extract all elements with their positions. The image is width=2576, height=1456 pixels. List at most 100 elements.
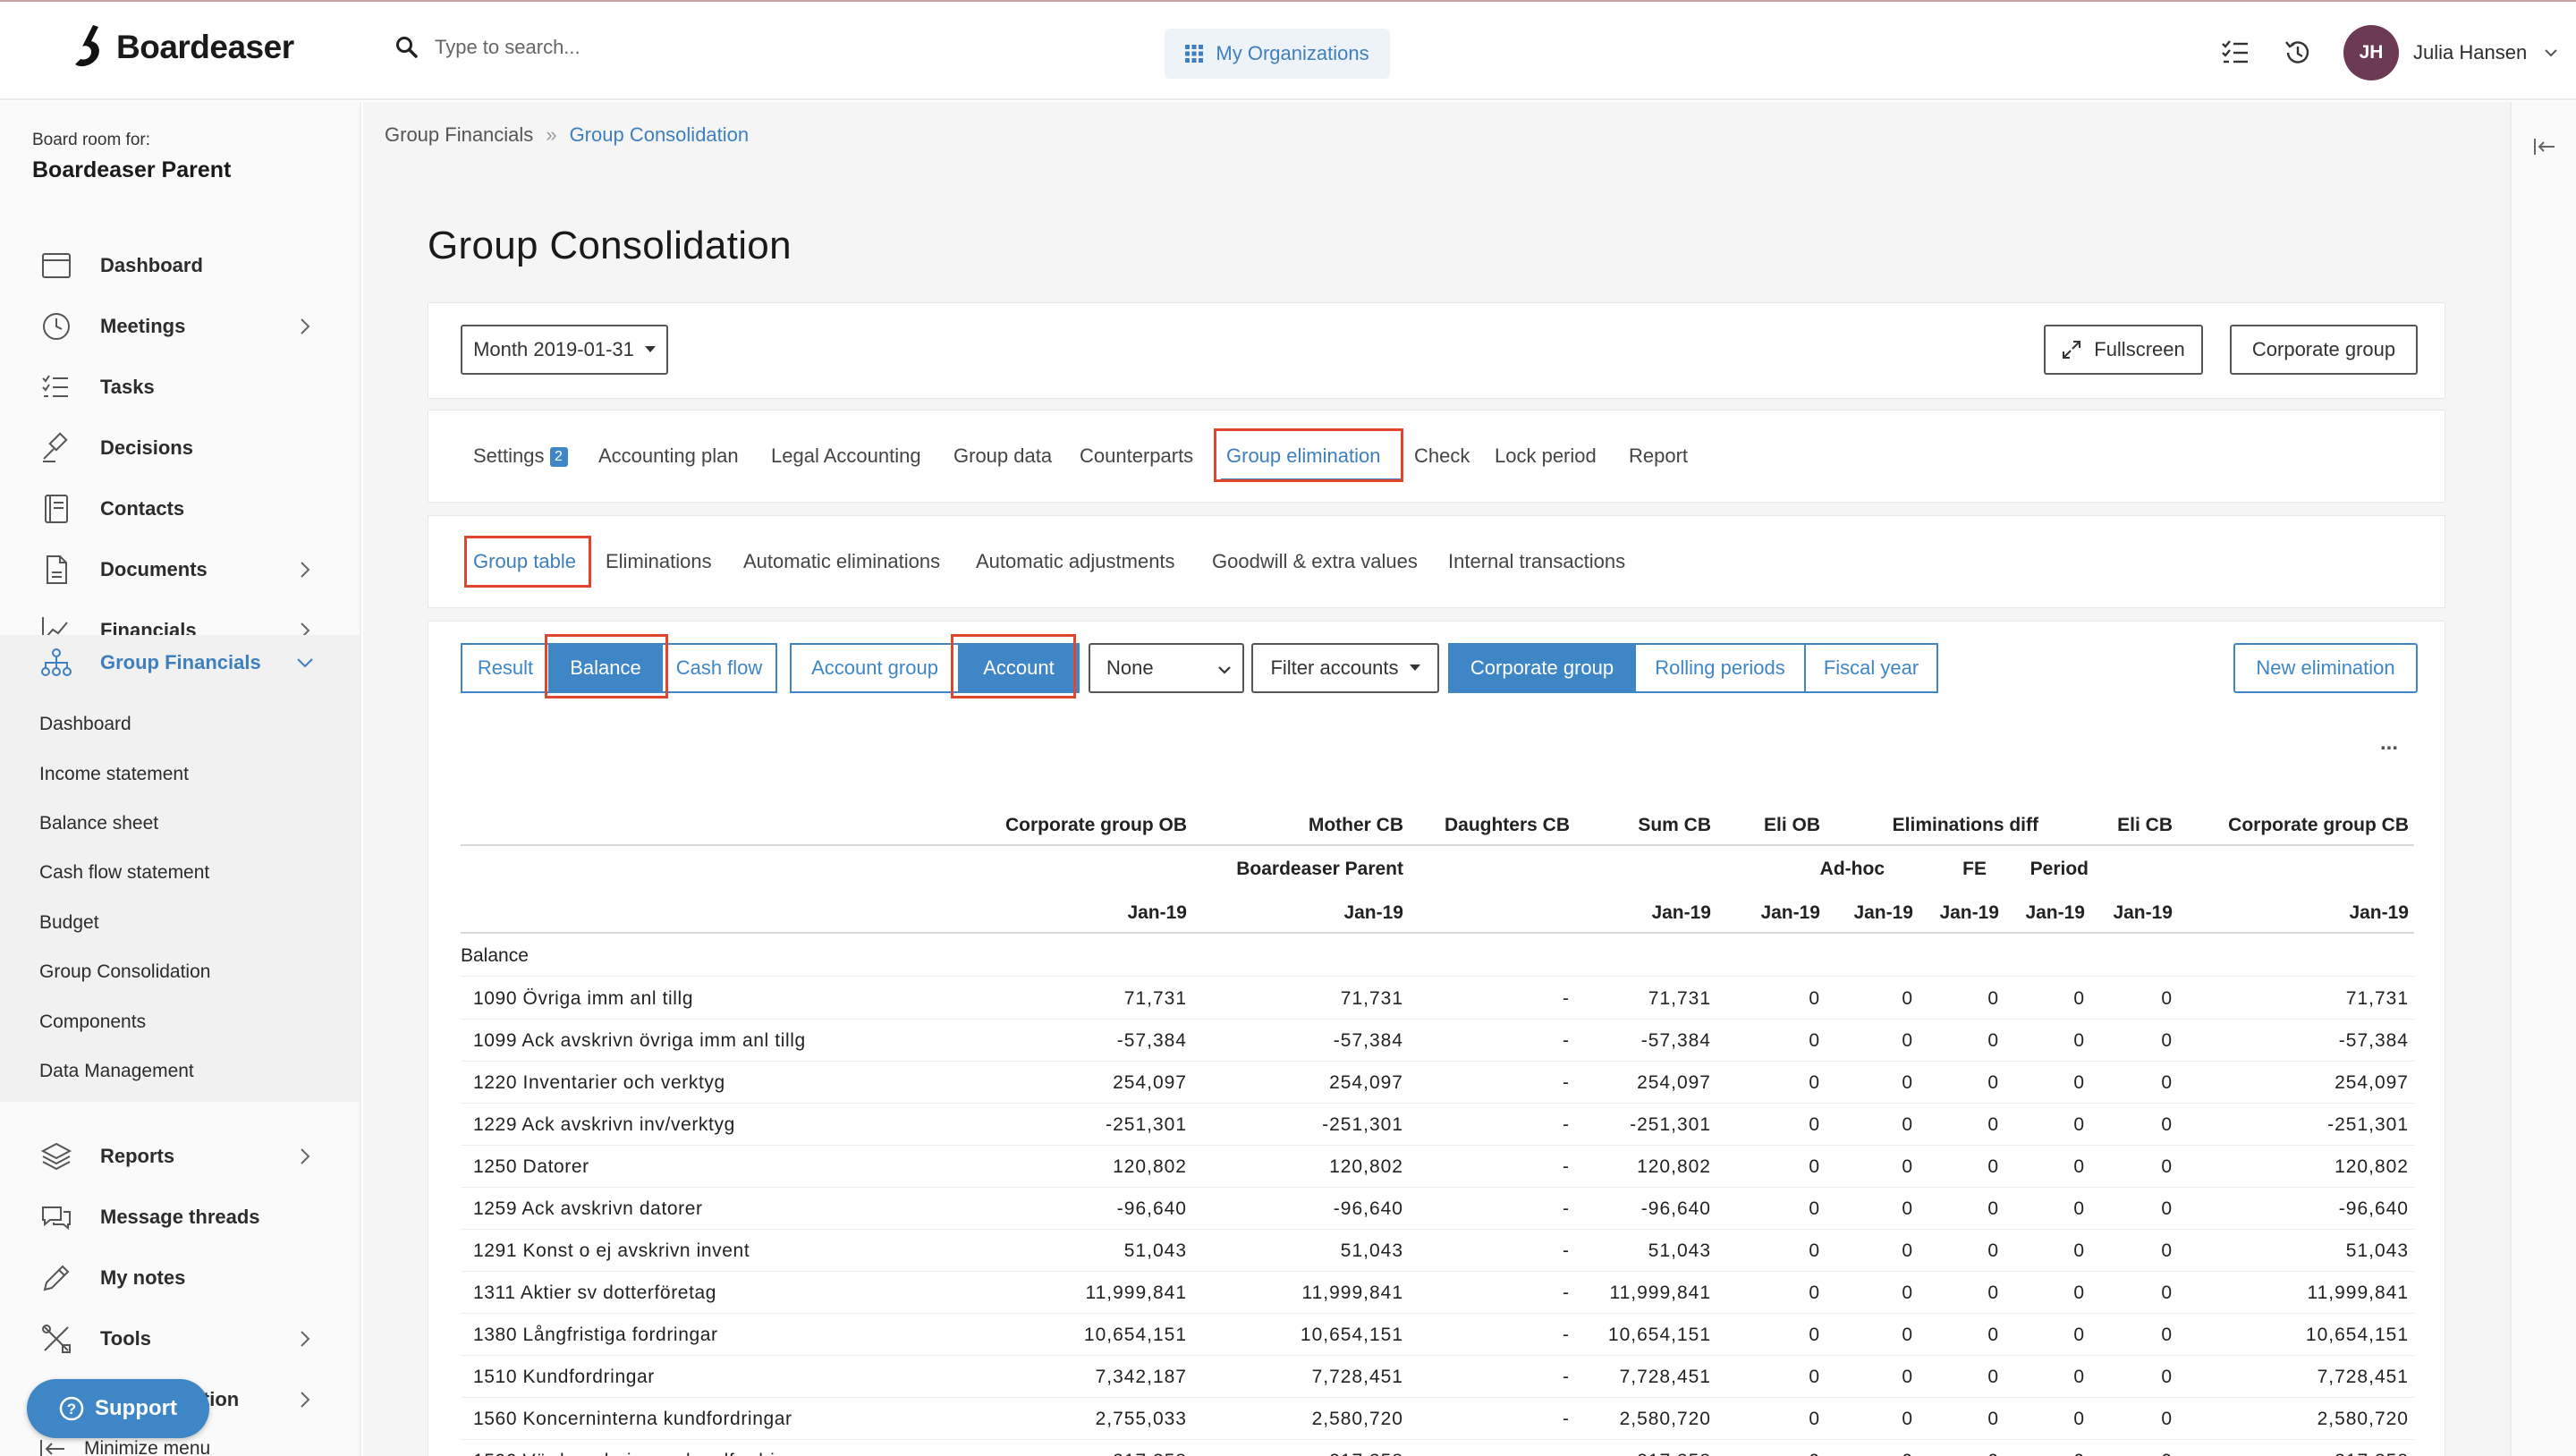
result-button[interactable]: Result — [461, 643, 550, 693]
fe-cell: 0 — [1987, 1367, 1999, 1387]
account-button[interactable]: Account — [960, 643, 1080, 693]
table-row[interactable]: 1380 Långfristiga fordringar 10,654,151 10… — [461, 1314, 2414, 1356]
table-row[interactable]: 1560 Koncerninterna kundfordringar 2,755,… — [461, 1398, 2414, 1440]
subnav-components[interactable]: Components — [39, 1012, 146, 1033]
new-elimination-button[interactable]: New elimination — [2233, 643, 2418, 693]
sidebar-item-documents[interactable]: Documents — [0, 542, 360, 597]
sidebar-item-contacts[interactable]: Contacts — [0, 481, 360, 537]
table-row[interactable]: 1291 Konst o ej avskrivn invent 51,043 51,… — [461, 1230, 2414, 1272]
user-menu[interactable]: JH Julia Hansen — [2343, 25, 2561, 80]
corporate-group-button[interactable]: Corporate group — [2230, 325, 2418, 375]
board-room-label: Board room for: — [32, 131, 150, 149]
balance-button[interactable]: Balance — [550, 643, 663, 693]
subnav-dashboard[interactable]: Dashboard — [39, 714, 131, 735]
minimize-menu-button[interactable]: Minimize menu — [39, 1438, 210, 1456]
subnav-budget[interactable]: Budget — [39, 912, 99, 934]
period-cell: Jan-19 — [1939, 902, 1999, 923]
mother-cell: 71,731 — [1340, 988, 1403, 1009]
fullscreen-button[interactable]: Fullscreen — [2044, 325, 2203, 375]
sum-cell: -57,384 — [1640, 1030, 1711, 1051]
breadcrumb-group-financials[interactable]: Group Financials — [385, 123, 533, 147]
eli-ob-cell: 0 — [1809, 1325, 1820, 1345]
table-row[interactable]: 1590 Värdereglering av kundfordringar -21… — [461, 1440, 2414, 1456]
daughters-cell: - — [1563, 1325, 1570, 1345]
sidebar-item-tools[interactable]: Tools — [0, 1311, 360, 1367]
view-fiscal-year-button[interactable]: Fiscal year — [1806, 643, 1938, 693]
brand-logo[interactable]: Boardeaser — [72, 23, 294, 72]
mother-cell: -251,301 — [1322, 1114, 1403, 1135]
tab-report[interactable]: Report — [1629, 444, 1688, 468]
subtab-goodwill[interactable]: Goodwill & extra values — [1212, 550, 1418, 573]
sidebar-item-dashboard[interactable]: Dashboard — [0, 238, 360, 293]
sidebar-item-reports[interactable]: Reports — [0, 1129, 360, 1184]
sidebar-item-tasks[interactable]: Tasks — [0, 360, 360, 415]
filter-accounts-button[interactable]: Filter accounts — [1251, 643, 1439, 693]
subnav-balance-sheet[interactable]: Balance sheet — [39, 813, 158, 834]
account-cell: 1099 Ack avskrivn övriga imm anl tillg — [473, 1030, 806, 1051]
subtab-automatic-adjustments[interactable]: Automatic adjustments — [976, 550, 1175, 573]
subtab-group-table[interactable]: Group table — [473, 550, 576, 573]
sidebar-item-label: Contacts — [100, 497, 185, 520]
subnav-group-consolidation[interactable]: Group Consolidation — [39, 961, 210, 983]
table-row[interactable]: 1510 Kundfordringar 7,342,187 7,728,451 - 7,… — [461, 1356, 2414, 1398]
view-corporate-group-button[interactable]: Corporate group — [1448, 643, 1636, 693]
sum-cell: 11,999,841 — [1609, 1282, 1711, 1303]
tab-counterparts[interactable]: Counterparts — [1080, 444, 1193, 468]
tab-group-data[interactable]: Group data — [953, 444, 1052, 468]
expand-icon — [2063, 341, 2081, 359]
sidebar-item-group-financials[interactable]: Group Financials — [0, 635, 360, 690]
support-button[interactable]: ? Support — [27, 1379, 209, 1438]
tab-group-elimination[interactable]: Group elimination — [1226, 444, 1380, 468]
toolbar-card: Month 2019-01-31 Fullscreen Corporate gr… — [428, 302, 2445, 399]
fe-cell: 0 — [1987, 1440, 1999, 1456]
section-row: Balance — [461, 935, 2414, 977]
eli-ob-cell: 0 — [1809, 1114, 1820, 1135]
period-cell: 0 — [2073, 1072, 2085, 1093]
subtab-automatic-eliminations[interactable]: Automatic eliminations — [743, 550, 940, 573]
table-row[interactable]: 1099 Ack avskrivn övriga imm anl tillg -5… — [461, 1020, 2414, 1062]
history-icon[interactable] — [2283, 38, 2313, 68]
task-list-icon[interactable] — [2220, 38, 2250, 68]
subnav-income-statement[interactable]: Income statement — [39, 764, 189, 785]
eli-cb-cell: 0 — [2161, 1030, 2173, 1051]
my-organizations-button[interactable]: My Organizations — [1165, 29, 1390, 79]
table-row[interactable]: 1090 Övriga imm anl tillg 71,731 71,731 - 71… — [461, 978, 2414, 1020]
sidebar-item-decisions[interactable]: Decisions — [0, 420, 360, 476]
collapse-panel-icon[interactable] — [2533, 136, 2556, 157]
more-options-icon[interactable]: ... — [2380, 731, 2398, 756]
eli-ob-cell: 0 — [1809, 1198, 1820, 1219]
sidebar-item-message-threads[interactable]: Message threads — [0, 1189, 360, 1245]
sidebar-item-label: Tasks — [100, 376, 155, 398]
tab-legal-accounting[interactable]: Legal Accounting — [771, 444, 921, 468]
breadcrumb-group-consolidation[interactable]: Group Consolidation — [570, 123, 750, 147]
tab-check[interactable]: Check — [1414, 444, 1470, 468]
tab-accounting-plan[interactable]: Accounting plan — [598, 444, 739, 468]
grouping-select[interactable]: None — [1089, 643, 1244, 693]
search-input[interactable] — [435, 36, 792, 59]
period-cell: Jan-19 — [1853, 902, 1913, 923]
search-box[interactable] — [395, 36, 792, 59]
account-cell: 1220 Inventarier och verktyg — [473, 1072, 725, 1093]
daughters-cell: - — [1563, 1072, 1570, 1093]
table-row[interactable]: 1229 Ack avskrivn inv/verktyg -251,301 -25… — [461, 1104, 2414, 1146]
search-icon — [396, 37, 418, 58]
sidebar-item-my-notes[interactable]: My notes — [0, 1250, 360, 1306]
tab-settings[interactable]: Settings 2 — [473, 444, 568, 468]
table-row[interactable]: 1259 Ack avskrivn datorer -96,640 -96,640 -… — [461, 1188, 2414, 1230]
cash-flow-button[interactable]: Cash flow — [663, 643, 777, 693]
subtab-internal-transactions[interactable]: Internal transactions — [1448, 550, 1625, 573]
table-row[interactable]: 1250 Datorer 120,802 120,802 - 120,802 0 0 0 0 0 1… — [461, 1146, 2414, 1188]
user-name: Julia Hansen — [2413, 41, 2528, 63]
subtab-eliminations[interactable]: Eliminations — [606, 550, 712, 573]
level-toggle: Account group Account — [790, 643, 1080, 693]
period-dropdown[interactable]: Month 2019-01-31 — [461, 325, 668, 375]
table-row[interactable]: 1311 Aktier sv dotterföretag 11,999,841 11… — [461, 1272, 2414, 1314]
mother-cell: 10,654,151 — [1300, 1325, 1403, 1345]
subnav-cash-flow-statement[interactable]: Cash flow statement — [39, 862, 209, 884]
tab-lock-period[interactable]: Lock period — [1495, 444, 1597, 468]
subnav-data-management[interactable]: Data Management — [39, 1061, 194, 1082]
sidebar-item-meetings[interactable]: Meetings — [0, 299, 360, 354]
table-row[interactable]: 1220 Inventarier och verktyg 254,097 254,0… — [461, 1062, 2414, 1104]
account-group-button[interactable]: Account group — [790, 643, 960, 693]
view-rolling-periods-button[interactable]: Rolling periods — [1636, 643, 1806, 693]
